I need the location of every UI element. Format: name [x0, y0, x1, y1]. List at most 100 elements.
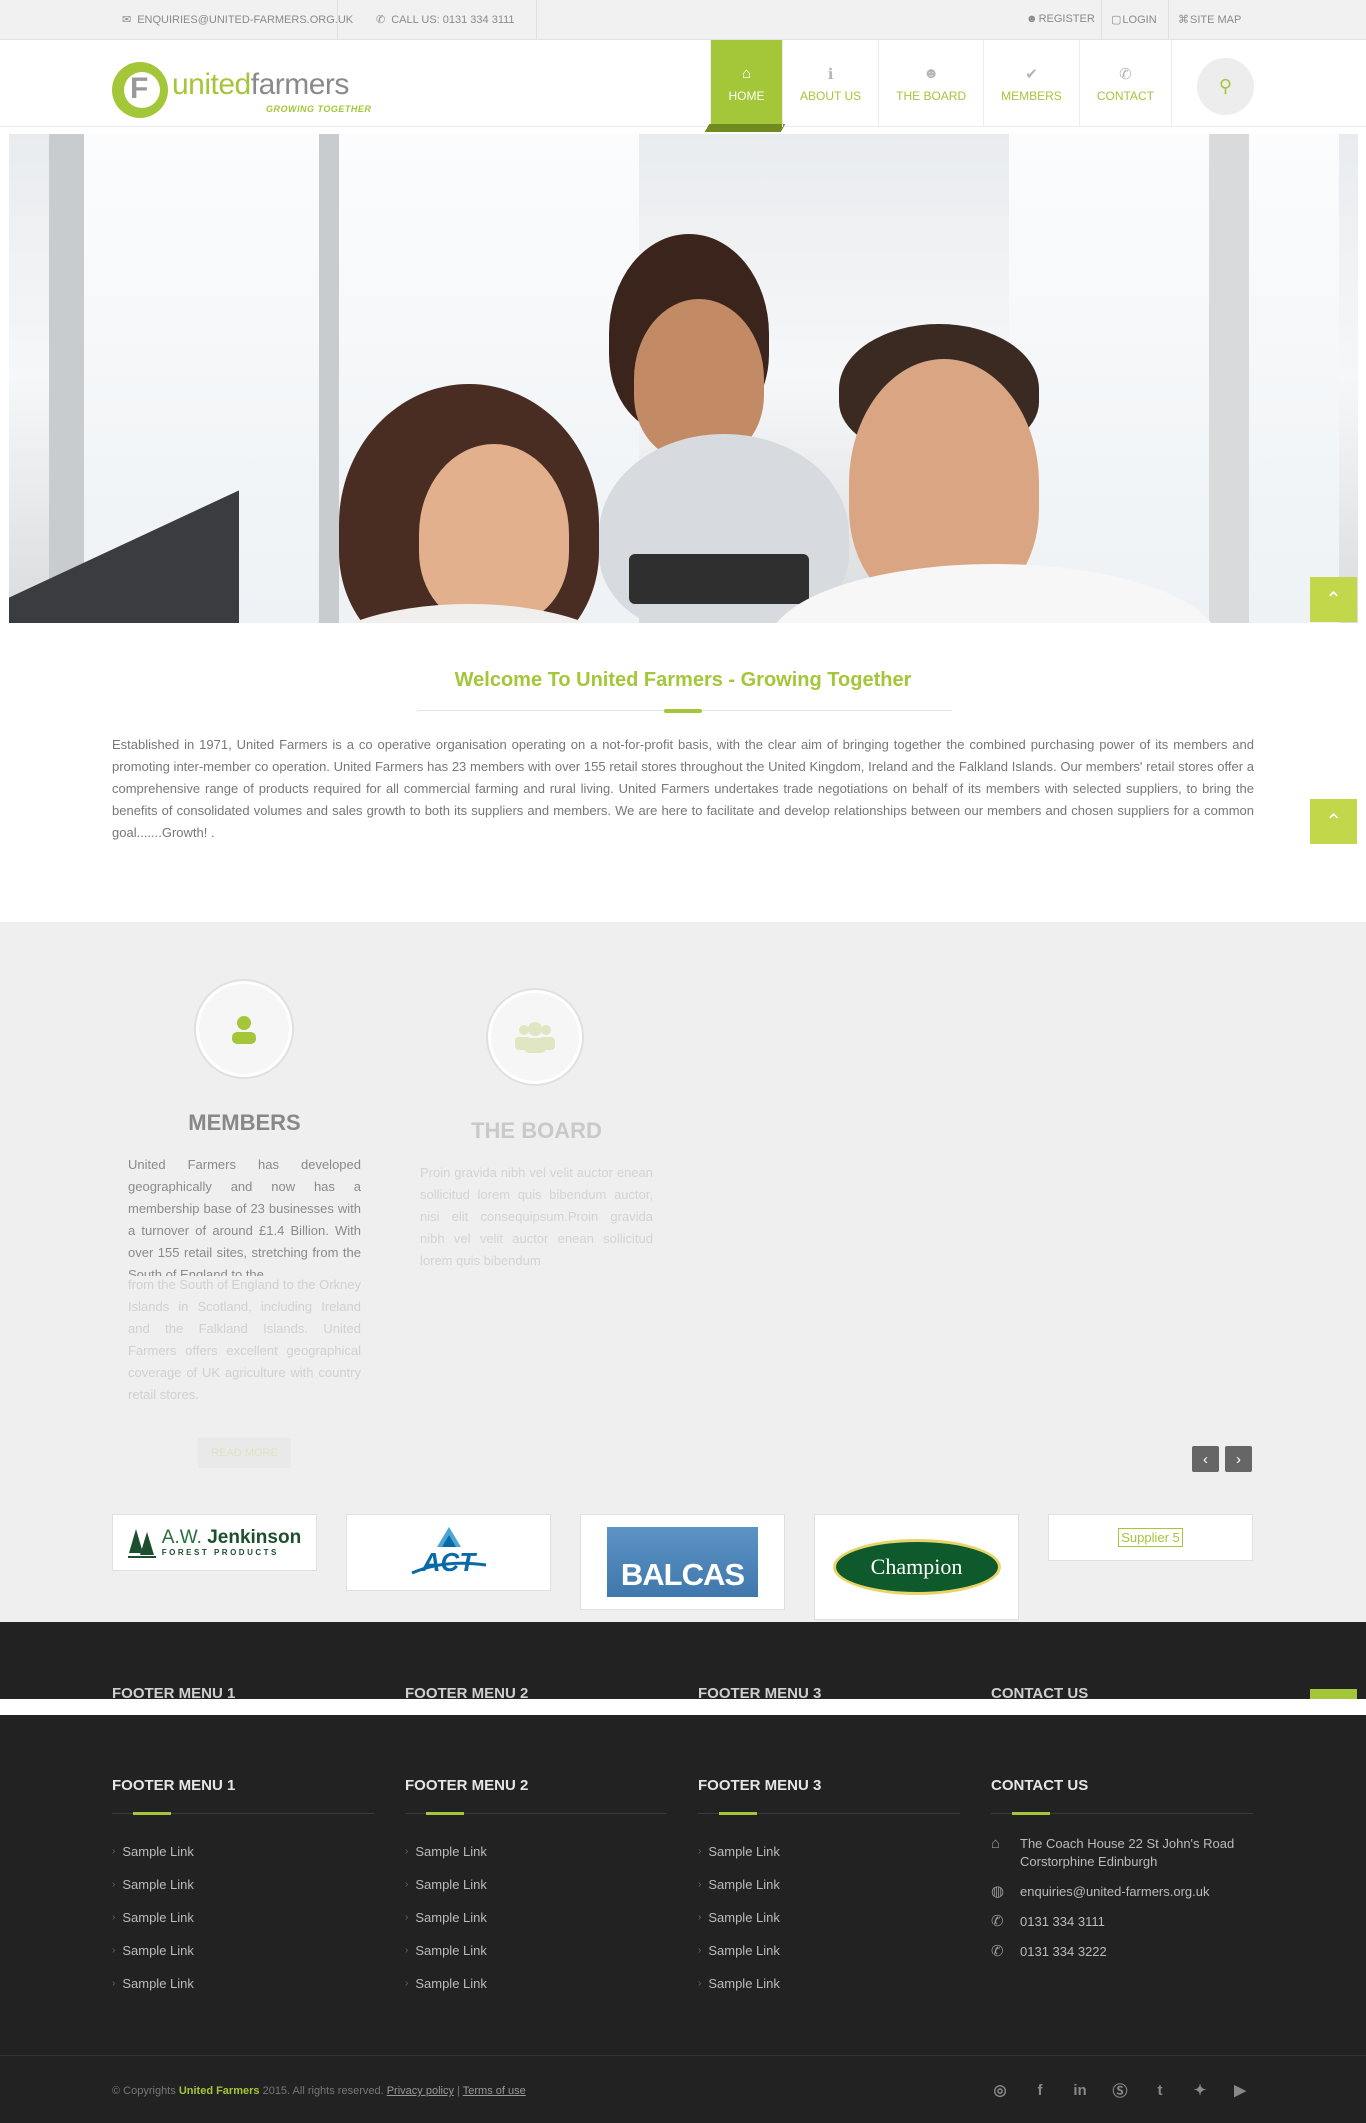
chevron-up-icon: ⌃ — [1325, 589, 1342, 611]
terms-of-use-link[interactable]: Terms of use — [463, 2085, 526, 2097]
members-title: MEMBERS — [188, 1110, 301, 1135]
footer-link[interactable]: › Sample Link — [112, 1835, 374, 1868]
chevron-right-icon: › — [112, 1912, 116, 1923]
home-icon: ⌂ — [991, 1835, 1001, 1852]
footer-link[interactable]: › Sample Link — [405, 1967, 667, 2000]
divider — [1168, 0, 1169, 40]
divider — [337, 0, 338, 40]
carousel-next-button[interactable]: › — [1225, 1446, 1252, 1472]
main-nav: ⌂ HOME ℹ ABOUT US ☻ THE BOARD ✔ MEMBERS … — [710, 40, 1172, 127]
footer: FOOTER MENU 1 › Sample Link › Sample Link … — [0, 1715, 1366, 2055]
logo-word-united: united — [172, 68, 251, 101]
chevron-right-icon: › — [405, 1912, 409, 1923]
footer-contact: CONTACT US ⌂ The Coach House 22 St John's… — [991, 1777, 1253, 1973]
footer-link[interactable]: › Sample Link — [405, 1835, 667, 1868]
footer-menu-1: FOOTER MENU 1 › Sample Link › Sample Link … — [112, 1777, 374, 2000]
site-logo[interactable]: F unitedfarmers GROWING TOGETHER — [112, 62, 371, 118]
logo-word-farmers: farmers — [250, 68, 350, 101]
contact-email[interactable]: ◍ enquiries@united-farmers.org.uk — [991, 1883, 1253, 1901]
nav-members[interactable]: ✔ MEMBERS — [983, 40, 1079, 127]
nav-home[interactable]: ⌂ HOME — [710, 40, 782, 127]
footer-menu-title: FOOTER MENU 2 — [405, 1777, 529, 1794]
twitter-icon[interactable]: ✦ — [1188, 2078, 1212, 2102]
read-more-button[interactable]: READ MORE — [198, 1438, 291, 1468]
youtube-icon[interactable]: ▶ — [1228, 2078, 1252, 2102]
tumblr-icon[interactable]: t — [1148, 2078, 1172, 2102]
champion-logo: Champion — [832, 1539, 1001, 1595]
users-icon: ☻ — [923, 64, 940, 82]
scroll-top-button[interactable]: ⌃ — [1310, 799, 1357, 844]
login-link[interactable]: ▢ LOGIN — [1111, 13, 1157, 27]
facebook-icon[interactable]: f — [1028, 2078, 1052, 2102]
footer-ghost-strip — [0, 1699, 1366, 1715]
linkedin-icon[interactable]: in — [1068, 2078, 1092, 2102]
social-links: ◎ f in Ⓢ t ✦ ▶ — [988, 2078, 1252, 2102]
footer-link[interactable]: › Sample Link — [112, 1868, 374, 1901]
topbar-email[interactable]: ✉ ENQUIRIES@UNITED-FARMERS.ORG.UK — [122, 13, 353, 27]
footer-menu-2: FOOTER MENU 2 › Sample Link › Sample Link … — [405, 1777, 667, 2000]
check-circle-icon: ✔ — [1025, 65, 1038, 83]
sitemap-link[interactable]: ⌘ SITE MAP — [1178, 13, 1241, 27]
scroll-top-button[interactable]: ⌃ — [1310, 577, 1357, 622]
chevron-right-icon: › — [405, 1978, 409, 1989]
footer-rule-accent — [719, 1812, 757, 1815]
supplier-logo-champion[interactable]: Champion — [814, 1514, 1019, 1620]
users-icon — [515, 1022, 555, 1053]
nav-contact[interactable]: ✆ CONTACT — [1078, 40, 1172, 127]
footer-link[interactable]: › Sample Link — [112, 1967, 374, 2000]
footer-link[interactable]: › Sample Link — [698, 1934, 960, 1967]
contact-address: ⌂ The Coach House 22 St John's Road Corst… — [991, 1835, 1235, 1869]
board-text: Proin gravida nibh vel velit auctor enea… — [420, 1165, 653, 1268]
footer-link[interactable]: › Sample Link — [698, 1835, 960, 1868]
footer-link[interactable]: › Sample Link — [698, 1901, 960, 1934]
hero-image — [9, 134, 1358, 623]
footer-link[interactable]: › Sample Link — [405, 1868, 667, 1901]
supplier-logo-jenkinson[interactable]: A.W. Jenkinson FOREST PRODUCTS — [112, 1514, 317, 1571]
footer-link[interactable]: › Sample Link — [112, 1934, 374, 1967]
register-link[interactable]: ☻ REGISTER — [1026, 13, 1095, 25]
user-icon: ☻ — [1026, 13, 1038, 25]
carousel-prev-button[interactable]: ‹ — [1192, 1446, 1219, 1472]
welcome-title: Welcome To United Farmers - Growing Toge… — [454, 669, 912, 691]
board-icon-circle — [486, 988, 584, 1086]
board-title: THE BOARD — [471, 1118, 602, 1143]
search-button[interactable]: ⚲ — [1197, 58, 1254, 115]
phone-icon: ✆ — [991, 1913, 1004, 1930]
footer-menu-title: FOOTER MENU 1 — [112, 1777, 236, 1794]
footer-link[interactable]: › Sample Link — [112, 1901, 374, 1934]
contact-phone-1[interactable]: ✆ 0131 334 3111 — [991, 1913, 1253, 1931]
footer-link[interactable]: › Sample Link — [698, 1967, 960, 2000]
search-icon: ⚲ — [1218, 76, 1233, 96]
topbar-phone[interactable]: ✆ CALL US: 0131 334 3111 — [376, 13, 515, 27]
divider — [536, 0, 537, 40]
footer-rule-accent — [133, 1812, 171, 1815]
hero-beam — [319, 134, 339, 623]
supplier-logos: A.W. Jenkinson FOREST PRODUCTS ACT BALCA… — [112, 1514, 1253, 1620]
chevron-right-icon: › — [112, 1945, 116, 1956]
footer-link[interactable]: › Sample Link — [405, 1901, 667, 1934]
contact-phone-2[interactable]: ✆ 0131 334 3222 — [991, 1943, 1253, 1961]
footer-menu-title: FOOTER MENU 3 — [698, 1777, 822, 1794]
envelope-icon: ✉ — [122, 14, 132, 26]
supplier-logo-balcas[interactable]: BALCAS — [580, 1514, 785, 1610]
privacy-policy-link[interactable]: Privacy policy — [387, 2085, 454, 2097]
supplier-logo-act[interactable]: ACT — [346, 1514, 551, 1591]
dribbble-icon[interactable]: ◎ — [988, 2078, 1012, 2102]
supplier-logo-5[interactable]: Supplier 5 — [1048, 1514, 1253, 1561]
skype-icon[interactable]: Ⓢ — [1108, 2078, 1132, 2102]
chevron-up-icon: ⌃ — [1325, 811, 1342, 833]
user-icon — [232, 1016, 256, 1044]
brand-link[interactable]: United Farmers — [179, 2085, 260, 2097]
welcome-text: Established in 1971, United Farmers is a… — [112, 737, 1254, 840]
footer-link[interactable]: › Sample Link — [698, 1868, 960, 1901]
chevron-right-icon: › — [405, 1846, 409, 1857]
nav-the-board[interactable]: ☻ THE BOARD — [878, 40, 983, 127]
chevron-right-icon: › — [698, 1945, 702, 1956]
chevron-right-icon: › — [112, 1978, 116, 1989]
divider — [1101, 0, 1102, 40]
footer-link[interactable]: › Sample Link — [405, 1934, 667, 1967]
chevron-right-icon: › — [405, 1945, 409, 1956]
chevron-right-icon: › — [698, 1912, 702, 1923]
nav-about-us[interactable]: ℹ ABOUT US — [782, 40, 878, 127]
footer-rule-accent — [1012, 1812, 1050, 1815]
